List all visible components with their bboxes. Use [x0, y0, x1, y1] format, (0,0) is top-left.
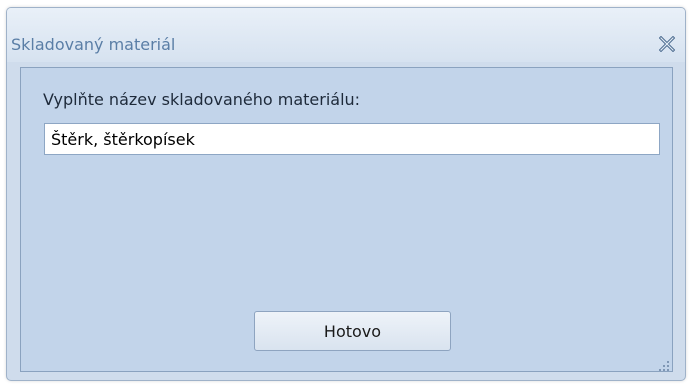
close-icon[interactable] — [658, 35, 676, 53]
resize-grip-icon[interactable] — [658, 357, 670, 371]
dialog-content: Vyplňte název skladovaného materiálu: Ho… — [20, 67, 673, 372]
material-name-input[interactable] — [44, 123, 660, 155]
window-title: Skladovaný materiál — [11, 35, 176, 54]
material-name-label: Vyplňte název skladovaného materiálu: — [43, 90, 361, 109]
dialog-window: Skladovaný materiál Vyplňte název sklado… — [6, 7, 686, 381]
title-bar[interactable]: Skladovaný materiál — [7, 8, 685, 62]
done-button[interactable]: Hotovo — [254, 311, 451, 351]
